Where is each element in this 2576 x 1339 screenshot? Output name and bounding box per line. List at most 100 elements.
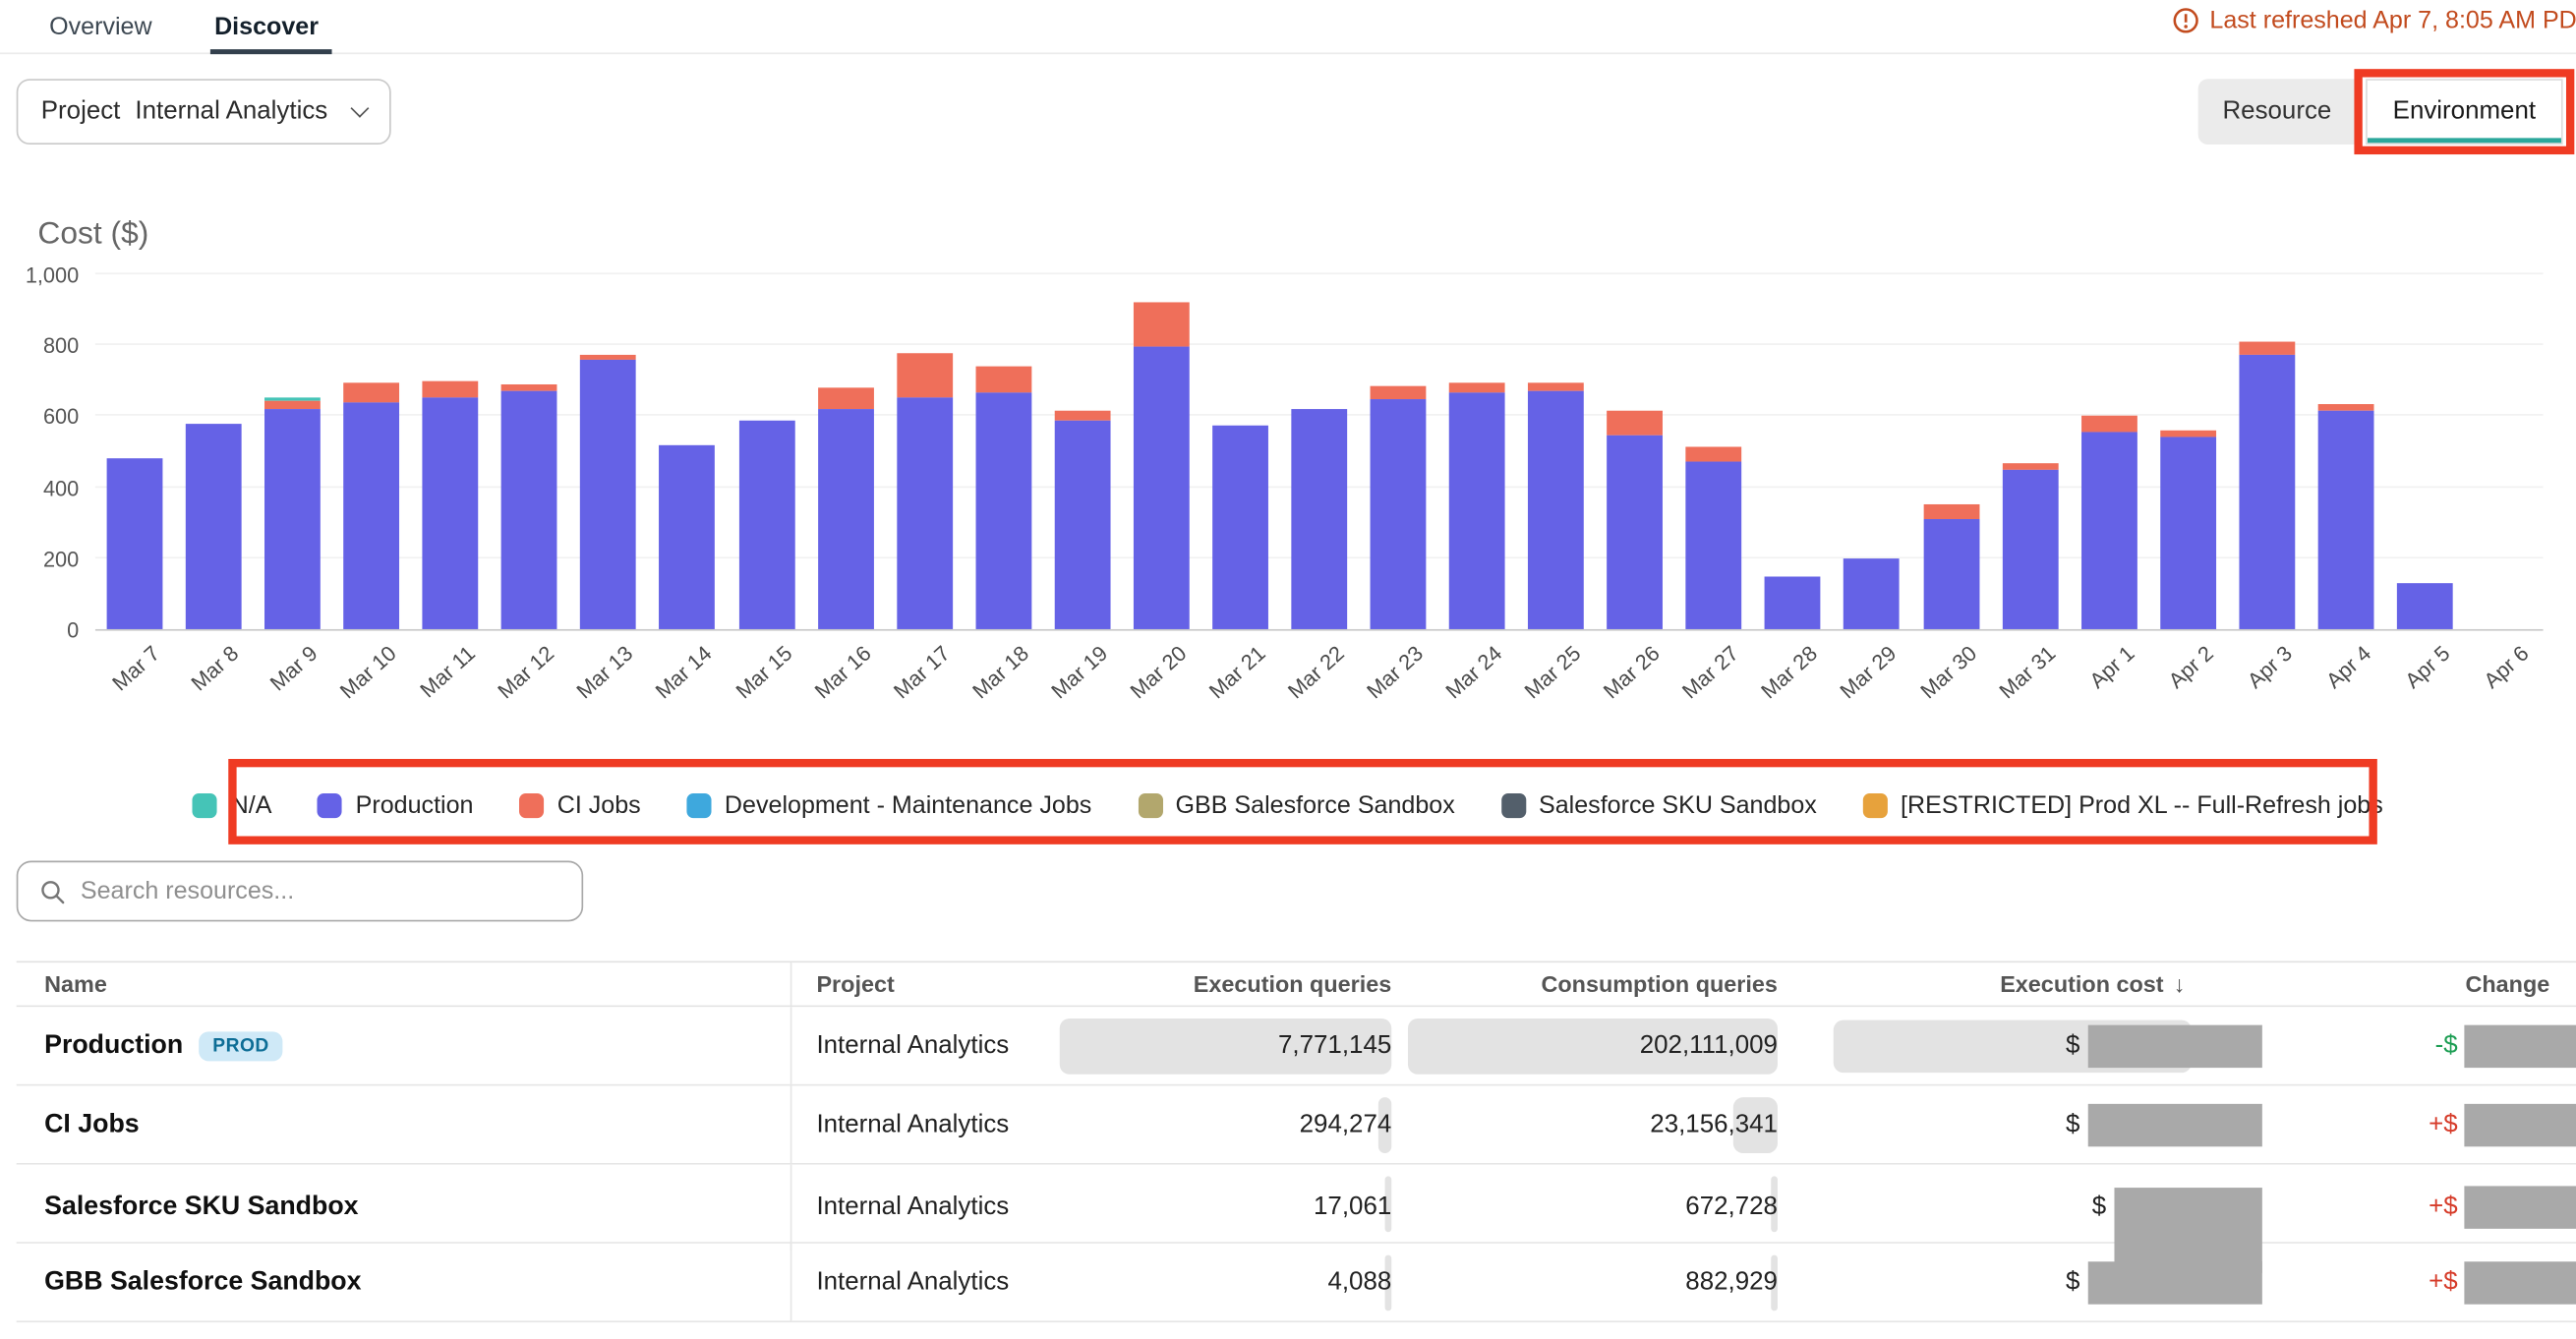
chart-bar-mar-20[interactable] [1134, 303, 1190, 629]
table-row[interactable]: Salesforce SKU SandboxInternal Analytics… [17, 1165, 2576, 1244]
project-selector-label: Project [41, 97, 121, 127]
chart-bar-mar-9[interactable] [264, 397, 321, 629]
x-axis-tick: Mar 8 [186, 641, 243, 696]
project-selector-value: Internal Analytics [135, 97, 327, 127]
chart-bar-mar-28[interactable] [1765, 576, 1821, 629]
legend-item[interactable]: N/A [193, 791, 271, 819]
resource-toggle[interactable]: Resource [2198, 79, 2356, 145]
legend-item[interactable]: CI Jobs [519, 791, 640, 819]
chart-bar-mar-27[interactable] [1686, 446, 1742, 629]
chart-bar-mar-8[interactable] [186, 424, 242, 629]
chart-bar-apr-2[interactable] [2160, 431, 2216, 629]
x-axis-tick: Mar 17 [888, 641, 954, 704]
chart-bar-mar-22[interactable] [1291, 409, 1347, 629]
chart-bar-mar-17[interactable] [897, 352, 953, 628]
tab-overview[interactable]: Overview [49, 0, 151, 54]
search-resources-box[interactable] [17, 861, 583, 922]
chart-bar-mar-10[interactable] [344, 382, 400, 629]
chart-bar-mar-12[interactable] [501, 384, 557, 629]
legend-label: Salesforce SKU Sandbox [1539, 791, 1817, 819]
resource-name[interactable]: CI Jobs [44, 1110, 140, 1139]
warning-icon [2172, 7, 2199, 34]
x-axis-tick: Mar 18 [967, 641, 1033, 704]
x-axis-tick: Apr 3 [2242, 641, 2296, 693]
chart-bar-mar-29[interactable] [1844, 558, 1901, 629]
legend-swatch [193, 792, 217, 817]
redacted-change-value [2464, 1103, 2576, 1145]
x-axis-tick: Mar 12 [494, 641, 559, 704]
chart-bar-mar-23[interactable] [1371, 386, 1427, 629]
sort-desc-icon: ↓ [2174, 971, 2186, 998]
column-header-execution-queries[interactable]: Execution queries [1051, 962, 1399, 1005]
chart-bar-mar-16[interactable] [817, 388, 873, 629]
resource-name[interactable]: GBB Salesforce Sandbox [44, 1267, 361, 1297]
legend-item[interactable]: Production [318, 791, 473, 819]
chart-bar-apr-4[interactable] [2317, 404, 2373, 629]
x-axis-tick: Mar 24 [1440, 641, 1506, 704]
environment-toggle[interactable]: Environment [2366, 79, 2563, 145]
resource-name[interactable]: Salesforce SKU Sandbox [44, 1193, 358, 1222]
table-row[interactable]: CI JobsInternal Analytics294,27423,156,3… [17, 1085, 2576, 1164]
project-cell: Internal Analytics [791, 1244, 1051, 1321]
column-header-project[interactable]: Project [791, 962, 1051, 1005]
consumption-queries-cell: 882,929 [1400, 1244, 1786, 1321]
column-header-change[interactable]: Change [2204, 962, 2576, 1005]
chart-bar-mar-7[interactable] [107, 459, 163, 629]
legend-label: Production [356, 791, 474, 819]
y-axis-tick: 1,000 [3, 262, 79, 287]
chart-bar-mar-19[interactable] [1054, 411, 1110, 629]
search-icon [18, 878, 80, 904]
chart-bar-mar-15[interactable] [738, 420, 794, 629]
resource-name[interactable]: Production [44, 1031, 183, 1061]
cost-stacked-bar-chart: 02004006008001,000Mar 7Mar 8Mar 9Mar 10M… [95, 276, 2544, 631]
column-header-consumption-queries[interactable]: Consumption queries [1400, 962, 1786, 1005]
x-axis-tick: Mar 25 [1520, 641, 1586, 704]
chart-bar-mar-26[interactable] [1608, 411, 1664, 629]
execution-queries-cell: 294,274 [1051, 1085, 1399, 1163]
chart-bar-apr-5[interactable] [2397, 583, 2453, 629]
legend-label: [RESTRICTED] Prod XL -- Full-Refresh job… [1901, 791, 2383, 819]
legend-item[interactable]: GBB Salesforce Sandbox [1138, 791, 1455, 819]
last-refreshed-status: Last refreshed Apr 7, 8:05 AM PDT [2172, 7, 2576, 34]
x-axis-tick: Apr 4 [2321, 641, 2375, 693]
x-axis-tick: Mar 28 [1757, 641, 1823, 704]
x-axis-tick: Mar 7 [107, 641, 164, 696]
y-axis-tick: 200 [3, 547, 79, 571]
chart-bar-mar-31[interactable] [2002, 462, 2058, 629]
chart-bar-apr-3[interactable] [2239, 342, 2295, 629]
project-selector[interactable]: Project Internal Analytics [17, 79, 391, 145]
y-axis-tick: 400 [3, 476, 79, 500]
chart-bar-mar-30[interactable] [1923, 505, 1979, 629]
tab-discover[interactable]: Discover [214, 0, 319, 54]
chart-bar-mar-18[interactable] [975, 367, 1031, 629]
table-row[interactable]: ProductionPRODInternal Analytics7,771,14… [17, 1007, 2576, 1085]
legend-label: CI Jobs [557, 791, 641, 819]
consumption-queries-cell: 672,728 [1400, 1165, 1786, 1251]
chart-bar-mar-14[interactable] [660, 444, 716, 629]
x-axis-tick: Mar 10 [335, 641, 401, 704]
chart-bar-mar-11[interactable] [423, 380, 479, 629]
legend-label: Development - Maintenance Jobs [725, 791, 1091, 819]
legend-item[interactable]: Development - Maintenance Jobs [686, 791, 1091, 819]
chart-bar-mar-13[interactable] [581, 354, 637, 629]
legend-swatch [686, 792, 711, 817]
project-cell: Internal Analytics [791, 1007, 1051, 1084]
search-input[interactable] [81, 862, 582, 919]
column-header-execution-cost[interactable]: Execution cost↓ [1786, 962, 2204, 1005]
chevron-down-icon [350, 99, 369, 118]
x-axis-tick: Apr 5 [2400, 641, 2454, 693]
y-axis-tick: 800 [3, 334, 79, 359]
legend-item[interactable]: Salesforce SKU Sandbox [1501, 791, 1817, 819]
legend-label: N/A [231, 791, 272, 819]
chart-bar-mar-25[interactable] [1528, 382, 1584, 629]
column-header-name[interactable]: Name [17, 962, 792, 1005]
chart-bar-mar-24[interactable] [1449, 382, 1505, 629]
table-body: ProductionPRODInternal Analytics7,771,14… [17, 1007, 2576, 1322]
legend-swatch [1501, 792, 1526, 817]
legend-item[interactable]: [RESTRICTED] Prod XL -- Full-Refresh job… [1863, 791, 2383, 819]
chart-bar-mar-21[interactable] [1212, 425, 1268, 629]
redacted-cost-value [2088, 1024, 2262, 1067]
prod-badge: PROD [200, 1031, 282, 1061]
project-cell: Internal Analytics [791, 1165, 1051, 1251]
chart-bar-apr-1[interactable] [2080, 416, 2137, 629]
